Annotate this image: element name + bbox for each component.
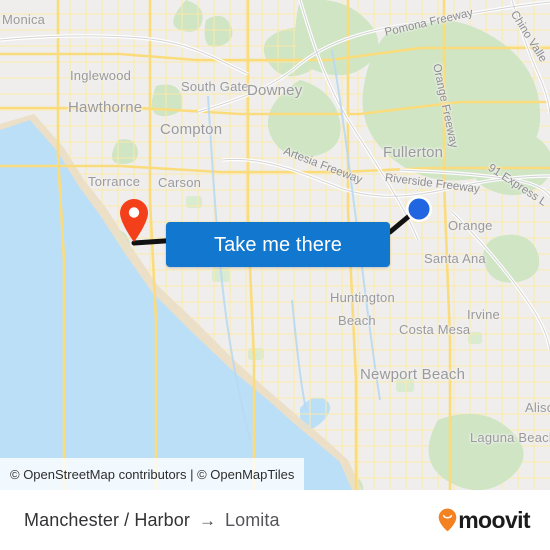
map-attribution-text[interactable]: © OpenStreetMap contributors | © OpenMap… xyxy=(10,467,294,482)
bottom-bar: Manchester / Harbor → Lomita moovit xyxy=(0,490,550,550)
moovit-map-page: Monica Inglewood Hawthorne South Gate Downey… xyxy=(0,0,550,550)
map-attribution: © OpenStreetMap contributors | © OpenMap… xyxy=(0,458,305,490)
take-me-there-label: Take me there xyxy=(213,233,343,256)
moovit-pin-icon xyxy=(438,508,457,532)
route-summary: Manchester / Harbor → Lomita xyxy=(24,510,280,531)
moovit-wordmark: moovit xyxy=(458,506,530,533)
origin-pin-marker[interactable] xyxy=(118,198,150,244)
arrow-right-icon: → xyxy=(198,510,216,530)
destination-marker[interactable] xyxy=(403,193,435,225)
moovit-logo[interactable]: moovit xyxy=(438,506,531,533)
route-destination-label: Lomita xyxy=(224,509,280,530)
take-me-there-button[interactable]: Take me there xyxy=(166,222,390,267)
map-canvas[interactable]: Monica Inglewood Hawthorne South Gate Downey… xyxy=(0,0,550,490)
route-origin-label: Manchester / Harbor xyxy=(24,509,190,530)
